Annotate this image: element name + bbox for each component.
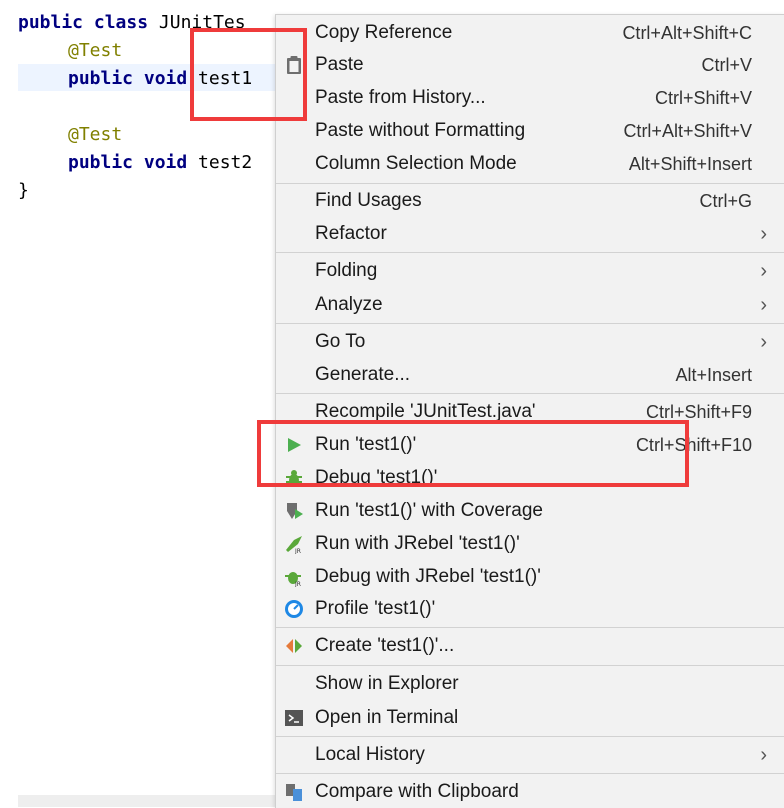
menu-item-shortcut: Ctrl+G — [699, 191, 752, 211]
menu-item-label: Profile 'test1()' — [315, 598, 436, 619]
menu-item-label: Paste — [315, 54, 364, 75]
menu-item-compare-with-clipboard[interactable]: Compare with Clipboard — [276, 776, 784, 808]
menu-item-column-selection-mode[interactable]: Column Selection Mode Alt+Shift+Insert — [276, 148, 784, 180]
menu-item-create-test1[interactable]: Create 'test1()'... — [276, 630, 784, 662]
menu-item-run-with-coverage[interactable]: Run 'test1()' with Coverage — [276, 495, 784, 527]
code-line-7[interactable]: } — [18, 178, 29, 204]
svg-text:JR: JR — [294, 581, 301, 587]
menu-item-label: Paste without Formatting — [315, 120, 526, 141]
menu-separator — [276, 773, 784, 774]
menu-separator — [276, 183, 784, 184]
menu-item-label: Column Selection Mode — [315, 153, 517, 174]
menu-separator — [276, 252, 784, 253]
profile-icon — [284, 599, 304, 619]
jrebel-run-icon: JR — [284, 534, 304, 555]
submenu-arrow-icon: › — [760, 331, 767, 353]
menu-item-label: Compare with Clipboard — [315, 781, 519, 802]
menu-item-label: Paste from History... — [315, 87, 486, 108]
menu-item-local-history[interactable]: Local History › — [276, 739, 784, 771]
menu-item-run-with-jrebel[interactable]: JR Run with JRebel 'test1()' — [276, 528, 784, 560]
menu-item-label: Find Usages — [315, 190, 422, 211]
menu-item-paste-from-history[interactable]: Paste from History... Ctrl+Shift+V — [276, 82, 784, 114]
menu-item-label: Local History — [315, 744, 425, 765]
highlight-box-editor — [190, 28, 307, 121]
menu-item-refactor[interactable]: Refactor › — [276, 218, 784, 250]
menu-item-shortcut: Alt+Insert — [675, 365, 752, 385]
code-line-2[interactable]: @Test — [68, 38, 122, 64]
submenu-arrow-icon: › — [760, 223, 767, 245]
menu-item-paste[interactable]: Paste Ctrl+V — [276, 49, 784, 81]
menu-separator — [276, 665, 784, 666]
menu-item-label: Analyze — [315, 294, 383, 315]
menu-separator — [276, 393, 784, 394]
highlight-box-run-debug — [257, 420, 689, 487]
create-icon — [284, 636, 304, 656]
menu-item-label: Run with JRebel 'test1()' — [315, 533, 520, 554]
code-line-6[interactable]: public void test2 — [68, 150, 252, 176]
menu-separator — [276, 736, 784, 737]
menu-item-shortcut: Ctrl+Alt+Shift+V — [623, 121, 752, 141]
menu-item-label: Run 'test1()' with Coverage — [315, 500, 543, 521]
menu-item-debug-with-jrebel[interactable]: JR Debug with JRebel 'test1()' — [276, 561, 784, 593]
submenu-arrow-icon: › — [760, 744, 767, 766]
menu-item-label: Open in Terminal — [315, 707, 459, 728]
menu-item-go-to[interactable]: Go To › — [276, 326, 784, 358]
menu-item-shortcut: Alt+Shift+Insert — [628, 154, 752, 174]
svg-text:JR: JR — [294, 548, 301, 554]
menu-item-label: Generate... — [315, 364, 411, 385]
menu-item-find-usages[interactable]: Find Usages Ctrl+G — [276, 185, 784, 217]
menu-item-label: Go To — [315, 331, 366, 352]
menu-item-label: Show in Explorer — [315, 673, 459, 694]
context-menu: Copy Reference Ctrl+Alt+Shift+C Paste Ct… — [275, 14, 784, 808]
menu-item-label: Folding — [315, 260, 378, 281]
menu-separator — [276, 323, 784, 324]
submenu-arrow-icon: › — [760, 260, 767, 282]
menu-item-folding[interactable]: Folding › — [276, 255, 784, 287]
submenu-arrow-icon: › — [760, 294, 767, 316]
code-line-5[interactable]: @Test — [68, 122, 122, 148]
coverage-icon — [284, 501, 304, 521]
menu-separator — [276, 627, 784, 628]
jrebel-debug-icon: JR — [284, 567, 304, 588]
menu-item-paste-without-formatting[interactable]: Paste without Formatting Ctrl+Alt+Shift+… — [276, 115, 784, 147]
menu-item-generate[interactable]: Generate... Alt+Insert — [276, 359, 784, 391]
menu-item-profile[interactable]: Profile 'test1()' — [276, 593, 784, 625]
menu-item-shortcut: Ctrl+Shift+V — [654, 88, 752, 108]
menu-item-shortcut: Ctrl+Alt+Shift+C — [622, 23, 752, 43]
menu-item-open-in-terminal[interactable]: Open in Terminal — [276, 702, 784, 734]
menu-item-show-in-explorer[interactable]: Show in Explorer — [276, 668, 784, 700]
menu-item-copy-reference[interactable]: Copy Reference Ctrl+Alt+Shift+C — [276, 17, 784, 49]
terminal-icon — [284, 708, 304, 728]
compare-icon — [284, 782, 304, 802]
menu-item-label: Create 'test1()'... — [315, 635, 455, 656]
menu-item-label: Copy Reference — [315, 22, 453, 43]
menu-item-label: Refactor — [315, 223, 387, 244]
menu-item-shortcut: Ctrl+V — [701, 55, 752, 75]
menu-item-analyze[interactable]: Analyze › — [276, 289, 784, 321]
menu-item-label: Debug with JRebel 'test1()' — [315, 566, 541, 587]
